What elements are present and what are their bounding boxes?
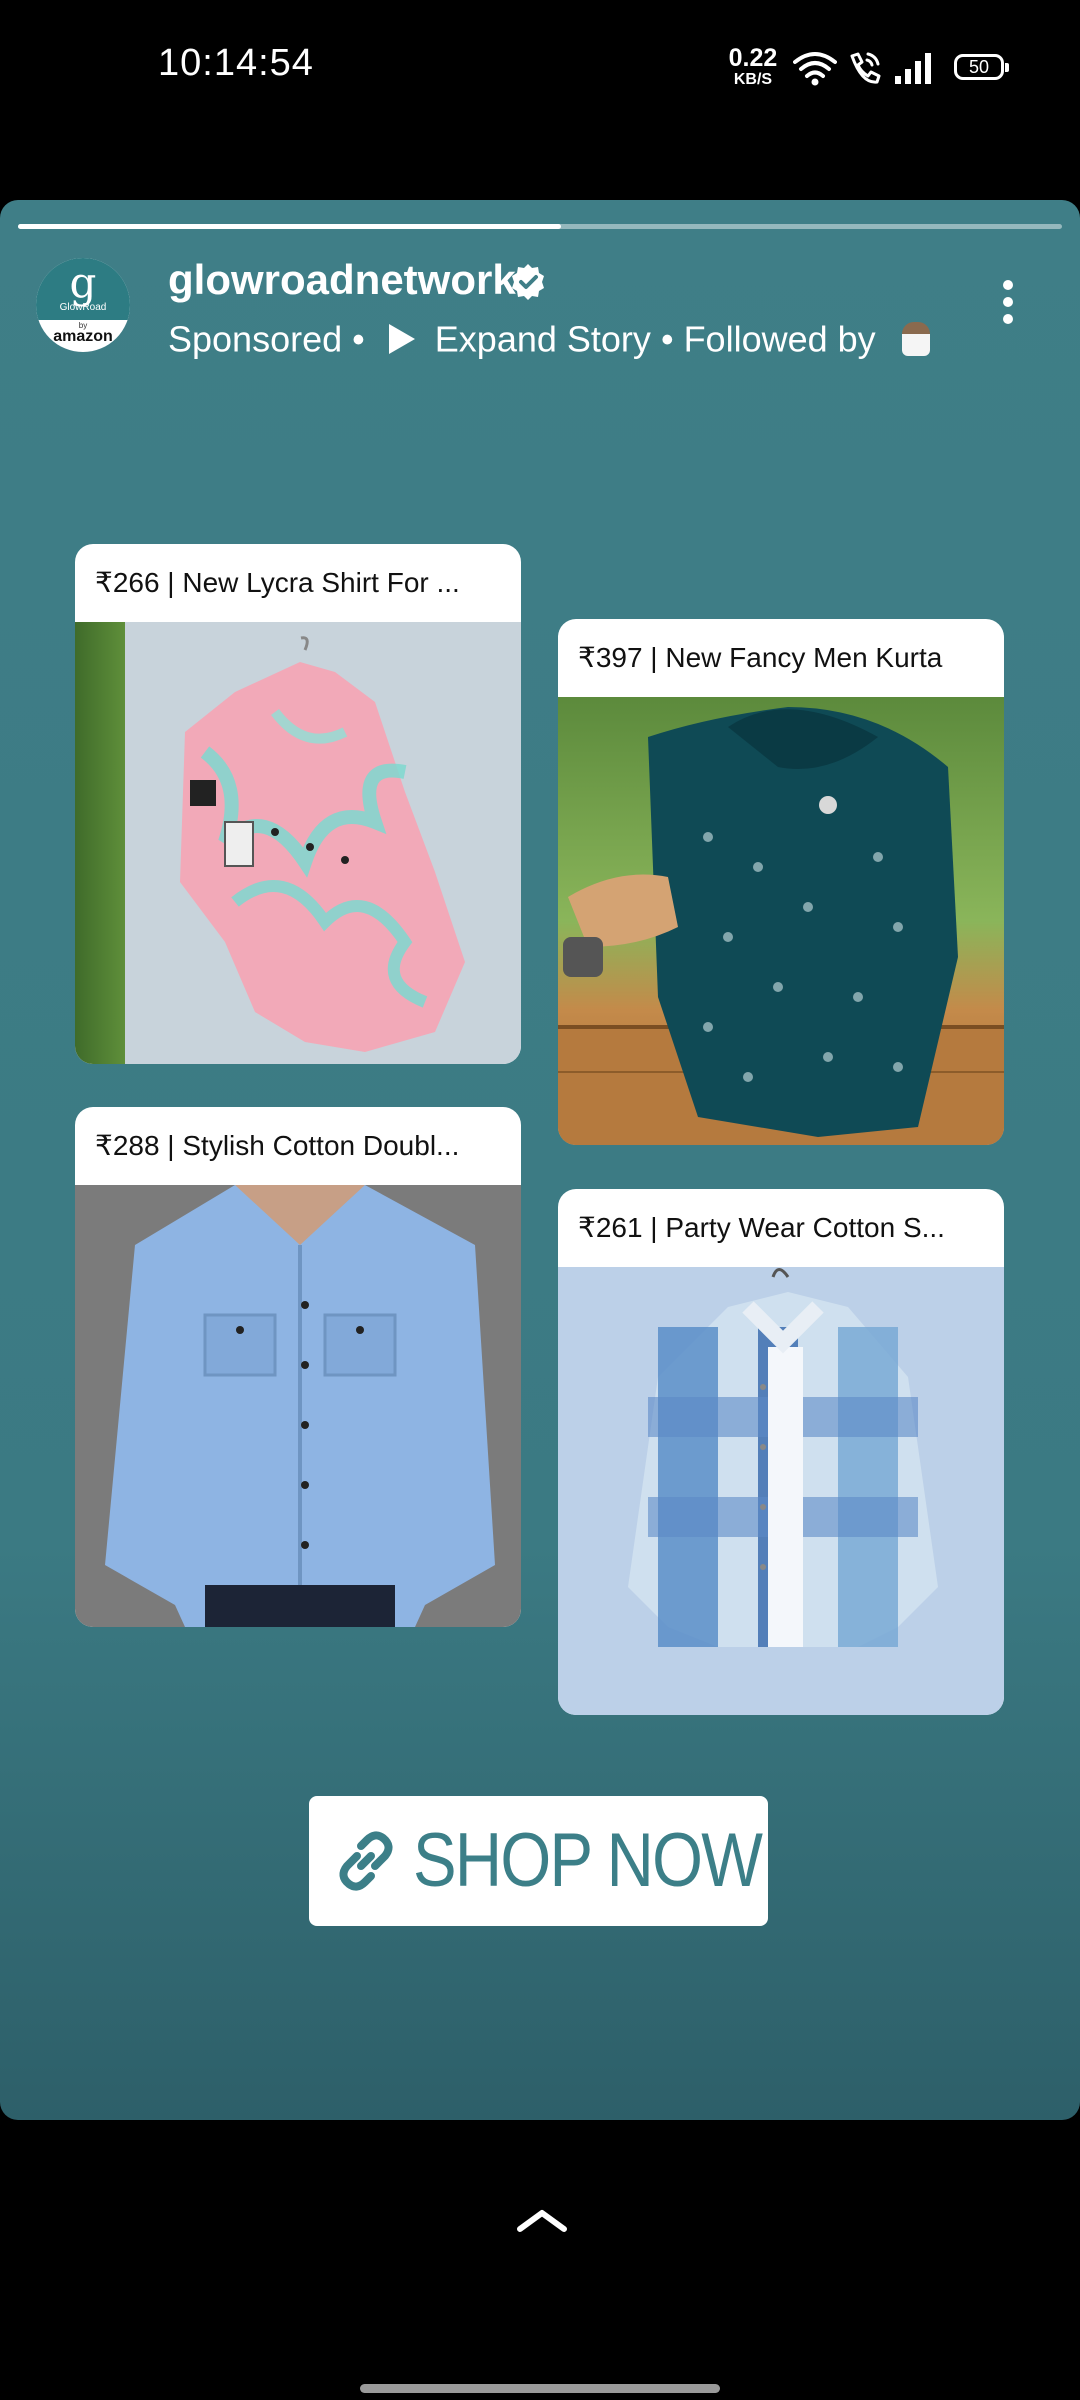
- wifi-call-icon: [850, 52, 881, 84]
- shop-now-label: SHOP NOW: [413, 1818, 763, 1903]
- teal-embroidered-kurta-photo: [558, 697, 1004, 1145]
- more-options-icon[interactable]: [990, 280, 1026, 334]
- avatar[interactable]: g GlowRoad by amazon: [36, 258, 130, 352]
- followed-by-label[interactable]: Followed by: [684, 318, 876, 359]
- follower-avatar[interactable]: [901, 322, 930, 357]
- shop-now-button[interactable]: SHOP NOW: [309, 1796, 768, 1926]
- product-label: ₹266 | New Lycra Shirt For ...: [95, 567, 460, 598]
- signal-icon: [895, 53, 931, 84]
- product-label: ₹397 | New Fancy Men Kurta: [578, 642, 943, 673]
- story-progress-fill: [18, 224, 561, 229]
- pink-floral-shirt-photo: [75, 622, 521, 1064]
- expand-story-link[interactable]: Expand Story: [435, 318, 651, 359]
- network-speed: 0.22 KB/S: [728, 44, 778, 88]
- story-container[interactable]: g GlowRoad by amazon glowroadnetwork Spo…: [0, 200, 1080, 2120]
- chevron-up-icon[interactable]: [516, 2205, 568, 2235]
- product-label: ₹288 | Stylish Cotton Doubl...: [95, 1130, 460, 1161]
- sponsored-label: Sponsored: [168, 318, 343, 360]
- account-name[interactable]: glowroadnetwork: [168, 256, 516, 304]
- story-meta: Sponsored • Expand Story • Followed by: [168, 316, 930, 360]
- product-card[interactable]: ₹261 | Party Wear Cotton S...: [558, 1189, 1004, 1715]
- clock: 10:14:54: [158, 42, 314, 84]
- product-label: ₹261 | Party Wear Cotton S...: [578, 1212, 945, 1243]
- story-progress-bar: [18, 224, 1062, 229]
- product-card[interactable]: ₹266 | New Lycra Shirt For ...: [75, 544, 521, 1064]
- product-card[interactable]: ₹288 | Stylish Cotton Doubl...: [75, 1107, 521, 1627]
- battery-icon: 50: [954, 54, 1009, 80]
- light-blue-denim-shirt-photo: [75, 1185, 521, 1627]
- product-card[interactable]: ₹397 | New Fancy Men Kurta: [558, 619, 1004, 1145]
- wifi-icon: [793, 52, 837, 86]
- status-bar: 10:14:54 0.22 KB/S 50: [0, 0, 1080, 130]
- home-indicator[interactable]: [360, 2384, 720, 2393]
- link-icon: [339, 1831, 393, 1891]
- blue-check-shirt-photo: [558, 1267, 1004, 1715]
- play-icon[interactable]: [388, 324, 415, 355]
- brand-logo-mark: g: [69, 258, 97, 307]
- verified-badge-icon: [512, 264, 544, 300]
